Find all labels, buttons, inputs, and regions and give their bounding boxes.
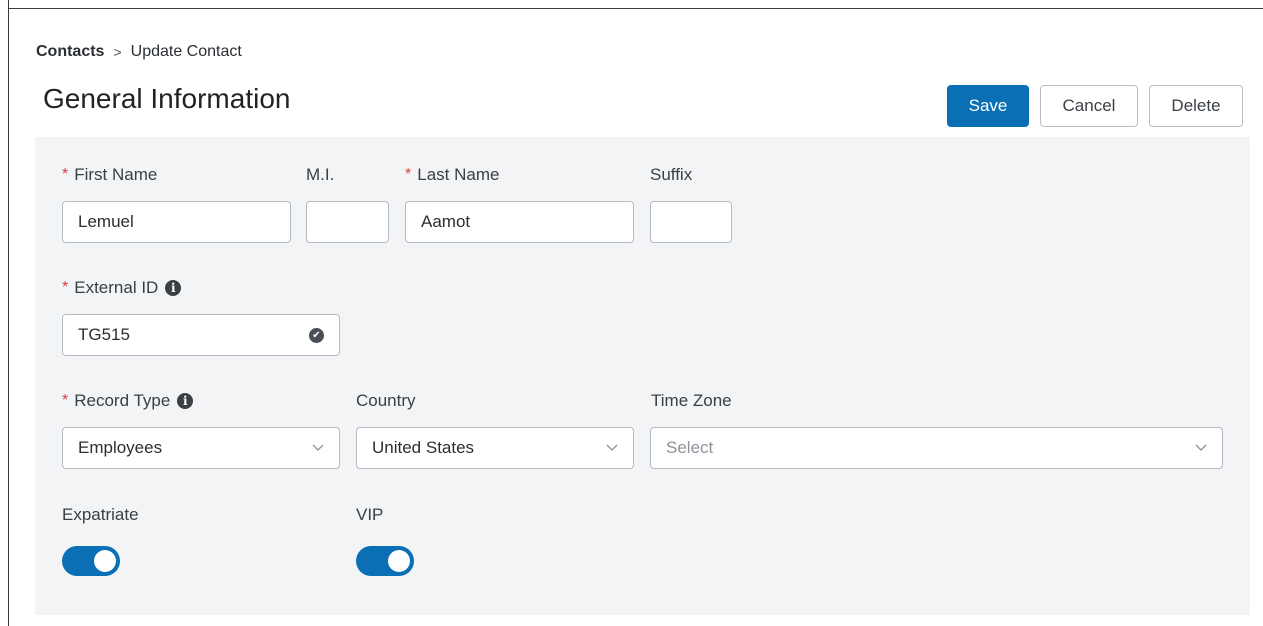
first-name-field[interactable]: Lemuel bbox=[62, 201, 291, 243]
country-value: United States bbox=[372, 438, 475, 457]
last-name-value: Aamot bbox=[421, 212, 471, 231]
chevron-down-icon bbox=[606, 442, 618, 454]
time-zone-label: Time Zone bbox=[651, 391, 732, 411]
external-id-label: * External ID i bbox=[62, 278, 182, 298]
expatriate-label: Expatriate bbox=[62, 505, 139, 525]
country-select[interactable]: United States bbox=[356, 427, 634, 469]
required-marker: * bbox=[62, 279, 69, 296]
info-icon[interactable]: i bbox=[177, 393, 194, 409]
last-name-label-text: Last Name bbox=[417, 165, 500, 184]
suffix-label-text: Suffix bbox=[650, 165, 693, 184]
first-name-value: Lemuel bbox=[78, 212, 134, 231]
external-id-label-text: External ID bbox=[74, 278, 159, 297]
time-zone-label-text: Time Zone bbox=[651, 391, 732, 410]
middle-initial-label-text: M.I. bbox=[306, 165, 335, 184]
toggle-knob bbox=[388, 550, 410, 572]
time-zone-placeholder: Select bbox=[666, 438, 714, 457]
required-marker: * bbox=[62, 392, 69, 409]
last-name-field[interactable]: Aamot bbox=[405, 201, 634, 243]
first-name-label-text: First Name bbox=[74, 165, 158, 184]
last-name-label: * Last Name bbox=[405, 165, 499, 185]
info-icon[interactable]: i bbox=[165, 280, 182, 296]
breadcrumb: Contacts > Update Contact bbox=[36, 43, 242, 61]
middle-initial-label: M.I. bbox=[306, 165, 334, 185]
save-button[interactable]: Save bbox=[947, 85, 1029, 127]
record-type-label-text: Record Type bbox=[74, 391, 171, 410]
required-marker: * bbox=[62, 166, 69, 183]
record-type-label: * Record Type i bbox=[62, 391, 194, 411]
external-id-value: TG515 bbox=[78, 325, 130, 344]
external-id-field[interactable]: TG515 ✔ bbox=[62, 314, 340, 356]
country-label-text: Country bbox=[356, 391, 416, 410]
suffix-field[interactable] bbox=[650, 201, 732, 243]
middle-initial-field[interactable] bbox=[306, 201, 389, 243]
toggle-knob bbox=[94, 550, 116, 572]
breadcrumb-current: Update Contact bbox=[130, 43, 242, 60]
page-title: General Information bbox=[43, 83, 291, 114]
breadcrumb-contacts-link[interactable]: Contacts bbox=[36, 43, 104, 61]
required-marker: * bbox=[405, 166, 412, 183]
window-border-top bbox=[8, 8, 1263, 9]
expatriate-toggle[interactable] bbox=[62, 546, 120, 576]
chevron-down-icon bbox=[1195, 442, 1207, 454]
vip-toggle[interactable] bbox=[356, 546, 414, 576]
delete-button[interactable]: Delete bbox=[1149, 85, 1243, 127]
time-zone-select[interactable]: Select bbox=[650, 427, 1223, 469]
country-label: Country bbox=[356, 391, 416, 411]
record-type-select[interactable]: Employees bbox=[62, 427, 340, 469]
suffix-label: Suffix bbox=[650, 165, 692, 185]
first-name-label: * First Name bbox=[62, 165, 157, 185]
vip-label: VIP bbox=[356, 505, 383, 525]
check-circle-icon: ✔ bbox=[309, 327, 324, 343]
chevron-down-icon bbox=[312, 442, 324, 454]
vip-label-text: VIP bbox=[356, 505, 384, 524]
window-border-left bbox=[8, 0, 9, 626]
expatriate-label-text: Expatriate bbox=[62, 505, 139, 524]
cancel-button[interactable]: Cancel bbox=[1040, 85, 1138, 127]
breadcrumb-separator: > bbox=[113, 44, 122, 60]
record-type-value: Employees bbox=[78, 438, 163, 457]
